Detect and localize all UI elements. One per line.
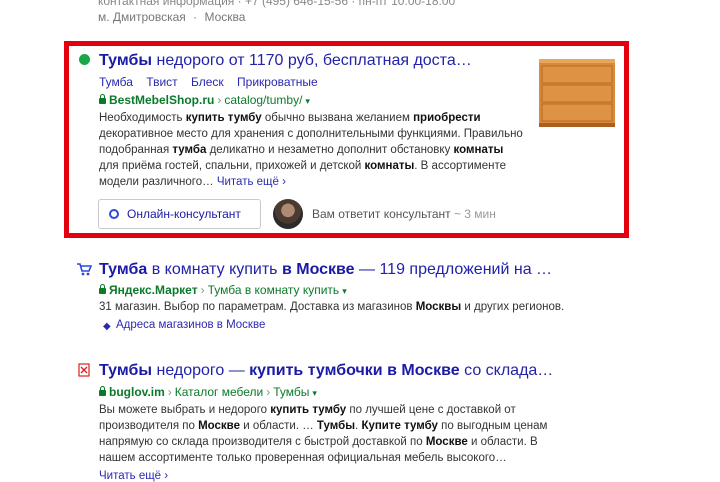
title-text: недорого от 1170 руб, бесплатная доста… [152,52,472,69]
sitelink-blesk[interactable]: Блеск [191,75,224,89]
consult-button-label: Онлайн-консультант [127,207,241,221]
domain-link[interactable]: BestMebelShop.ru [109,93,214,107]
prev-result-location: м. Дмитровская · Москва [98,10,245,24]
title-keyword: Тумбы [99,52,153,69]
result-snippet: Вы можете выбрать и недорого купить тумб… [99,404,548,464]
result-url: buglov.im › Каталог мебели › Тумбы ▾ [99,385,317,399]
result-title-link[interactable]: Тумбы недорого — купить тумбочки в Москв… [99,362,553,380]
chevron-down-icon[interactable]: ▾ [342,286,347,296]
result-snippet: 31 магазин. Выбор по параметрам. Доставк… [99,301,565,313]
lock-icon [99,94,106,104]
site-favicon-icon [79,54,90,65]
read-more-link[interactable]: Читать ещё › [99,470,168,482]
chevron-down-icon[interactable]: ▾ [305,96,310,106]
read-more-link[interactable]: Читать ещё › [217,176,286,188]
city: Москва [204,10,246,24]
lock-icon [99,284,106,294]
online-consultant-button[interactable]: Онлайн-консультант [98,199,261,229]
sitelinks: Тумба Твист Блеск Прикроватные [99,75,328,89]
chat-ring-icon [109,209,119,219]
result-url: Яндекс.Маркет › Тумба в комнату купить ▾ [99,283,347,297]
separator: · [193,10,198,24]
addresses-link[interactable]: Адреса магазинов в Москве [116,319,265,331]
path-link[interactable]: catalog/tumby/ [224,93,302,107]
consultant-answer: Вам ответит консультант ~ 3 мин [312,207,496,221]
sitelink-tumba[interactable]: Тумба [99,75,133,89]
path-link-catalog[interactable]: Каталог мебели [175,385,263,399]
domain-link[interactable]: buglov.im [109,385,165,399]
domain-link[interactable]: Яндекс.Маркет [109,283,198,297]
result-title-link[interactable]: Тумба в комнату купить в Москве — 119 пр… [99,261,552,279]
path-link[interactable]: Тумба в комнату купить [208,283,340,297]
lock-icon [99,386,106,396]
sitelink-tvist[interactable]: Твист [146,75,177,89]
answer-time: ~ 3 мин [453,207,496,221]
result-snippet: Необходимость купить тумбу обычно вызван… [99,112,523,188]
location-pin-icon: ◆ [103,321,111,332]
result-url: BestMebelShop.ru › catalog/tumby/▾ [99,93,310,107]
chevron-down-icon[interactable]: ▾ [312,388,317,398]
result-title-link[interactable]: Тумбы недорого от 1170 руб, бесплатная д… [99,52,472,70]
document-favicon-icon [78,363,90,377]
cart-icon [77,263,92,276]
path-link-tumby[interactable]: Тумбы [273,385,309,399]
metro-station: м. Дмитровская [98,10,186,24]
product-thumbnail[interactable] [535,57,619,129]
prev-result-contacts: контактная информация · +7 (495) 646-15-… [98,0,456,8]
sitelink-prikrovatnye[interactable]: Прикроватные [237,75,318,89]
separator: › [217,93,222,107]
avatar [273,199,303,229]
